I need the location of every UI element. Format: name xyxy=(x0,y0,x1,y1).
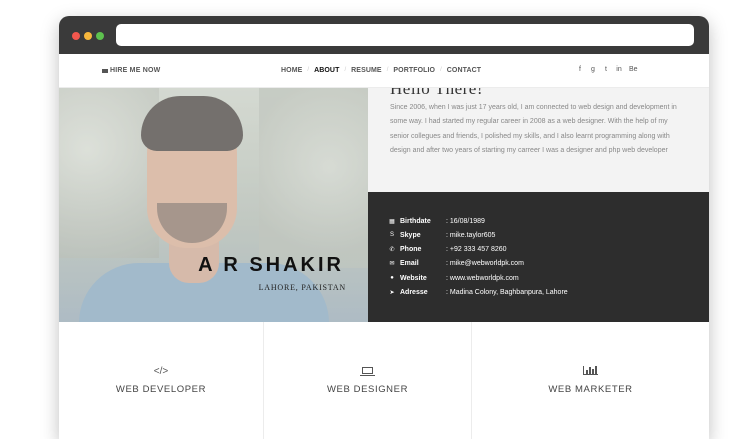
info-value: : +92 333 457 8260 xyxy=(446,245,507,253)
nav-contact[interactable]: CONTACT xyxy=(442,67,486,74)
info-row-skype: S Skype : mike.taylor605 xyxy=(389,230,495,240)
address-bar[interactable] xyxy=(116,24,694,46)
envelope-icon: ✉ xyxy=(389,260,395,267)
minimize-window-icon[interactable] xyxy=(84,32,92,40)
social-links: f g t in Be xyxy=(577,66,638,73)
info-row-phone: ✆ Phone : +92 333 457 8260 xyxy=(389,244,507,254)
hire-me-link[interactable]: HIRE ME NOW xyxy=(102,67,160,74)
service-web-designer: WEB DESIGNER xyxy=(264,322,472,439)
info-label: Website xyxy=(400,274,427,282)
info-label: Skype xyxy=(400,231,421,239)
behance-icon[interactable]: Be xyxy=(629,66,638,73)
email-link[interactable]: : mike@webworldpk.com xyxy=(446,260,524,267)
bio-text: Since 2006, when I was just 17 years old… xyxy=(390,104,677,154)
google-plus-icon[interactable]: g xyxy=(590,66,596,73)
hire-me-label: HIRE ME NOW xyxy=(110,67,161,74)
info-row-website: ● Website : www.webworldpk.com xyxy=(389,273,519,283)
service-label: WEB DESIGNER xyxy=(326,384,409,395)
skype-icon: S xyxy=(389,232,394,238)
nav-portfolio[interactable]: PORTFOLIO xyxy=(388,67,440,74)
info-label: Email xyxy=(400,259,419,267)
navbar: HIRE ME NOW HOME / ABOUT / RESUME / PORT… xyxy=(59,54,709,88)
service-label: WEB MARKETER xyxy=(548,384,633,395)
laptop-icon xyxy=(264,366,471,377)
services-section: </> WEB DEVELOPER WEB DESIGNER WEB MARKE… xyxy=(59,322,709,439)
twitter-icon[interactable]: t xyxy=(603,66,609,73)
about-intro: Hello There! Since 2006, when I was just… xyxy=(368,88,709,192)
info-row-email: ✉ Email : mike@webworldpk.com xyxy=(389,258,524,268)
profile-location: LAHORE, PAKISTAN xyxy=(258,283,346,292)
location-arrow-icon: ➤ xyxy=(389,289,395,296)
info-value: : Madina Colony, Baghbanpura, Lahore xyxy=(446,288,568,296)
facebook-icon[interactable]: f xyxy=(577,66,583,73)
briefcase-icon xyxy=(102,68,108,73)
info-label: Adresse xyxy=(400,288,428,296)
service-label: WEB DEVELOPER xyxy=(115,384,207,395)
close-window-icon[interactable] xyxy=(72,32,80,40)
globe-icon: ● xyxy=(390,275,394,281)
phone-icon: ✆ xyxy=(389,246,395,253)
service-web-developer: </> WEB DEVELOPER xyxy=(59,322,264,439)
profile-photo: A R SHAKIR LAHORE, PAKISTAN xyxy=(59,88,368,322)
greeting-heading: Hello There! xyxy=(390,88,484,98)
browser-window: HIRE ME NOW HOME / ABOUT / RESUME / PORT… xyxy=(59,16,709,439)
profile-name: A R SHAKIR xyxy=(198,254,344,276)
bar-chart-icon xyxy=(472,366,709,377)
nav-resume[interactable]: RESUME xyxy=(346,67,387,74)
resume-site: HIRE ME NOW HOME / ABOUT / RESUME / PORT… xyxy=(59,54,709,439)
nav-about[interactable]: ABOUT xyxy=(309,67,344,74)
linkedin-icon[interactable]: in xyxy=(616,66,622,73)
info-label: Birthdate xyxy=(400,217,431,225)
maximize-window-icon[interactable] xyxy=(96,32,104,40)
code-icon: </> xyxy=(153,366,169,377)
calendar-icon: ▦ xyxy=(389,218,395,225)
service-web-marketer: WEB MARKETER xyxy=(472,322,709,439)
personal-info-panel: ▦ Birthdate : 16/08/1989 S Skype : mike.… xyxy=(368,192,709,322)
info-value: : 16/08/1989 xyxy=(446,217,485,225)
website-link[interactable]: : www.webworldpk.com xyxy=(446,275,519,282)
info-row-address: ➤ Adresse : Madina Colony, Baghbanpura, … xyxy=(389,287,568,297)
browser-titlebar xyxy=(59,16,709,54)
info-label: Phone xyxy=(400,245,422,253)
main-menu: HOME / ABOUT / RESUME / PORTFOLIO / CONT… xyxy=(276,67,486,74)
nav-home[interactable]: HOME xyxy=(276,67,307,74)
info-value: : mike.taylor605 xyxy=(446,231,496,239)
info-row-birthdate: ▦ Birthdate : 16/08/1989 xyxy=(389,216,485,226)
